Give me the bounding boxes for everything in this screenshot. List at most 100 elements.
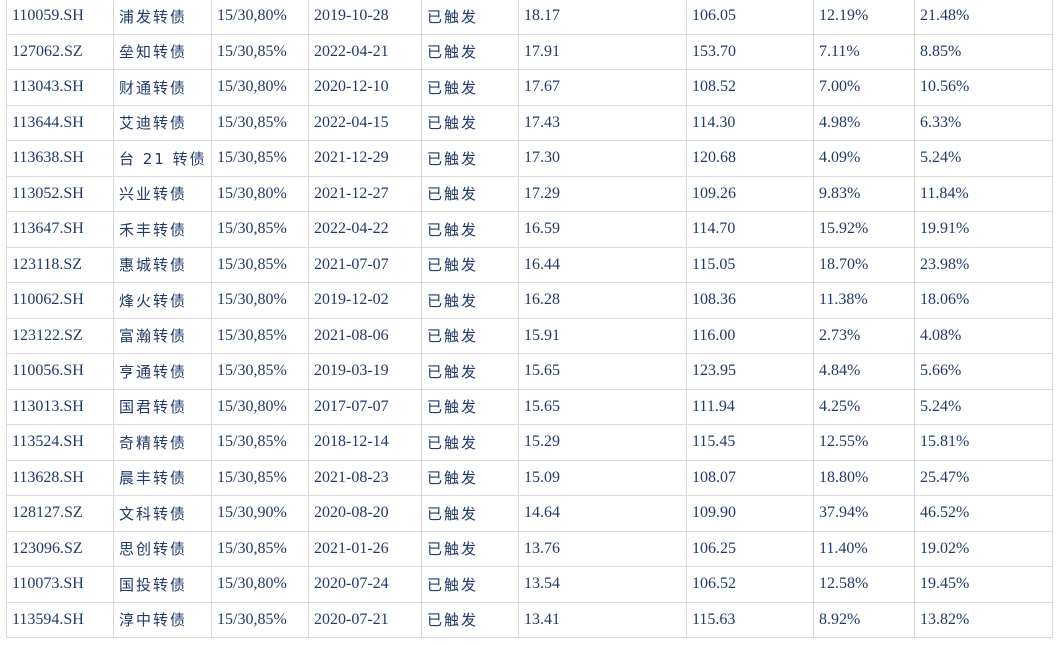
price-cell: 123.95 bbox=[686, 353, 814, 390]
date-cell: 2021-12-27 bbox=[308, 175, 422, 212]
price-cell: 109.26 bbox=[686, 175, 814, 212]
price-cell: 114.30 bbox=[686, 104, 814, 141]
date-cell: 2017-07-07 bbox=[308, 388, 422, 425]
ratio-a-cell: 11.38% bbox=[813, 282, 915, 319]
bond-name-cell: 台 21 转债 bbox=[113, 140, 212, 177]
trigger-terms-cell: 15/30,85% bbox=[211, 459, 309, 496]
bond-name-cell: 垒知转债 bbox=[113, 33, 212, 70]
bond-name-cell: 思创转债 bbox=[113, 530, 212, 567]
table-row: 113013.SH 国君转债 15/30,80% 2017-07-07 已触发 15.65… bbox=[6, 388, 1053, 425]
value-a-cell: 13.76 bbox=[518, 530, 687, 567]
ratio-b-cell: 21.48% bbox=[914, 0, 1053, 35]
table-row: 113052.SH 兴业转债 15/30,80% 2021-12-27 已触发 17.29… bbox=[6, 175, 1053, 212]
ratio-b-cell: 25.47% bbox=[914, 459, 1053, 496]
table-row: 113524.SH 奇精转债 15/30,85% 2018-12-14 已触发 15.29… bbox=[6, 424, 1053, 461]
ratio-b-cell: 23.98% bbox=[914, 246, 1053, 283]
value-a-cell: 14.64 bbox=[518, 495, 687, 532]
bond-code-cell: 113594.SH bbox=[6, 601, 114, 638]
table-row: 113043.SH 财通转债 15/30,80% 2020-12-10 已触发 17.67… bbox=[6, 69, 1053, 106]
bond-name-cell: 财通转债 bbox=[113, 69, 212, 106]
bond-name-cell: 惠城转债 bbox=[113, 246, 212, 283]
date-cell: 2020-08-20 bbox=[308, 495, 422, 532]
ratio-a-cell: 4.84% bbox=[813, 353, 915, 390]
bond-code-cell: 110059.SH bbox=[6, 0, 114, 35]
value-a-cell: 15.91 bbox=[518, 317, 687, 354]
bond-name-cell: 文科转债 bbox=[113, 495, 212, 532]
bond-name-cell: 烽火转债 bbox=[113, 282, 212, 319]
ratio-b-cell: 5.24% bbox=[914, 140, 1053, 177]
bond-code-cell: 113628.SH bbox=[6, 459, 114, 496]
date-cell: 2019-12-02 bbox=[308, 282, 422, 319]
value-a-cell: 17.29 bbox=[518, 175, 687, 212]
bond-name-cell: 兴业转债 bbox=[113, 175, 212, 212]
ratio-a-cell: 2.73% bbox=[813, 317, 915, 354]
value-a-cell: 13.54 bbox=[518, 566, 687, 603]
trigger-terms-cell: 15/30,85% bbox=[211, 104, 309, 141]
status-cell: 已触发 bbox=[421, 388, 519, 425]
status-cell: 已触发 bbox=[421, 211, 519, 248]
value-a-cell: 17.43 bbox=[518, 104, 687, 141]
bond-name-cell: 亨通转债 bbox=[113, 353, 212, 390]
price-cell: 109.90 bbox=[686, 495, 814, 532]
date-cell: 2021-07-07 bbox=[308, 246, 422, 283]
price-cell: 115.63 bbox=[686, 601, 814, 638]
status-cell: 已触发 bbox=[421, 0, 519, 35]
status-cell: 已触发 bbox=[421, 424, 519, 461]
date-cell: 2020-07-21 bbox=[308, 601, 422, 638]
value-a-cell: 15.09 bbox=[518, 459, 687, 496]
price-cell: 115.45 bbox=[686, 424, 814, 461]
bond-code-cell: 127062.SZ bbox=[6, 33, 114, 70]
ratio-a-cell: 18.80% bbox=[813, 459, 915, 496]
trigger-terms-cell: 15/30,85% bbox=[211, 246, 309, 283]
table-row: 110073.SH 国投转债 15/30,80% 2020-07-24 已触发 13.54… bbox=[6, 566, 1053, 603]
value-a-cell: 15.65 bbox=[518, 353, 687, 390]
bond-name-cell: 淳中转债 bbox=[113, 601, 212, 638]
table-row: 113628.SH 晨丰转债 15/30,85% 2021-08-23 已触发 15.09… bbox=[6, 459, 1053, 496]
ratio-b-cell: 6.33% bbox=[914, 104, 1053, 141]
ratio-a-cell: 18.70% bbox=[813, 246, 915, 283]
ratio-a-cell: 7.11% bbox=[813, 33, 915, 70]
value-a-cell: 17.30 bbox=[518, 140, 687, 177]
status-cell: 已触发 bbox=[421, 33, 519, 70]
bond-name-cell: 艾迪转债 bbox=[113, 104, 212, 141]
price-cell: 120.68 bbox=[686, 140, 814, 177]
table-row: 123118.SZ 惠城转债 15/30,85% 2021-07-07 已触发 16.44… bbox=[6, 246, 1053, 283]
ratio-b-cell: 19.45% bbox=[914, 566, 1053, 603]
date-cell: 2021-08-06 bbox=[308, 317, 422, 354]
ratio-b-cell: 8.85% bbox=[914, 33, 1053, 70]
date-cell: 2019-03-19 bbox=[308, 353, 422, 390]
value-a-cell: 16.28 bbox=[518, 282, 687, 319]
ratio-a-cell: 8.92% bbox=[813, 601, 915, 638]
table-row: 123122.SZ 富瀚转债 15/30,85% 2021-08-06 已触发 15.91… bbox=[6, 317, 1053, 354]
price-cell: 108.07 bbox=[686, 459, 814, 496]
status-cell: 已触发 bbox=[421, 601, 519, 638]
ratio-a-cell: 4.09% bbox=[813, 140, 915, 177]
ratio-b-cell: 18.06% bbox=[914, 282, 1053, 319]
status-cell: 已触发 bbox=[421, 104, 519, 141]
trigger-terms-cell: 15/30,85% bbox=[211, 424, 309, 461]
bond-code-cell: 113647.SH bbox=[6, 211, 114, 248]
bond-table: 110059.SH 浦发转债 15/30,80% 2019-10-28 已触发 18.17… bbox=[6, 0, 1053, 638]
bond-code-cell: 113013.SH bbox=[6, 388, 114, 425]
ratio-a-cell: 4.25% bbox=[813, 388, 915, 425]
bond-name-cell: 晨丰转债 bbox=[113, 459, 212, 496]
ratio-b-cell: 13.82% bbox=[914, 601, 1053, 638]
bond-code-cell: 123122.SZ bbox=[6, 317, 114, 354]
value-a-cell: 17.91 bbox=[518, 33, 687, 70]
trigger-terms-cell: 15/30,80% bbox=[211, 566, 309, 603]
bond-code-cell: 113043.SH bbox=[6, 69, 114, 106]
table-row: 113644.SH 艾迪转债 15/30,85% 2022-04-15 已触发 17.43… bbox=[6, 104, 1053, 141]
date-cell: 2022-04-22 bbox=[308, 211, 422, 248]
table-row: 113594.SH 淳中转债 15/30,85% 2020-07-21 已触发 13.41… bbox=[6, 601, 1053, 638]
status-cell: 已触发 bbox=[421, 246, 519, 283]
bond-code-cell: 113638.SH bbox=[6, 140, 114, 177]
bond-code-cell: 110056.SH bbox=[6, 353, 114, 390]
value-a-cell: 18.17 bbox=[518, 0, 687, 35]
ratio-a-cell: 37.94% bbox=[813, 495, 915, 532]
ratio-b-cell: 5.66% bbox=[914, 353, 1053, 390]
date-cell: 2021-08-23 bbox=[308, 459, 422, 496]
date-cell: 2020-12-10 bbox=[308, 69, 422, 106]
value-a-cell: 15.29 bbox=[518, 424, 687, 461]
price-cell: 106.05 bbox=[686, 0, 814, 35]
table-row: 110059.SH 浦发转债 15/30,80% 2019-10-28 已触发 18.17… bbox=[6, 0, 1053, 35]
